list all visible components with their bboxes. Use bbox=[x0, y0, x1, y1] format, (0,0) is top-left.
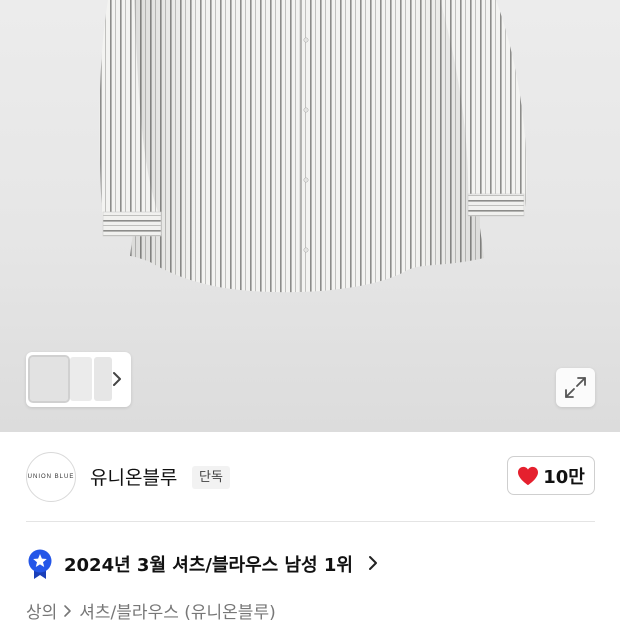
brand-row: UNION BLUE 유니온블루 단독 10만 bbox=[0, 432, 620, 522]
divider bbox=[26, 521, 595, 522]
exclusive-badge: 단독 bbox=[192, 466, 230, 489]
breadcrumb: 상의 셔츠/블라우스 (유니온블루) bbox=[26, 598, 276, 620]
ranking-medal-icon bbox=[28, 549, 52, 579]
chevron-right-icon[interactable] bbox=[109, 369, 125, 389]
thumbnail-strip[interactable] bbox=[26, 352, 131, 407]
brand-logo[interactable]: UNION BLUE bbox=[26, 452, 76, 502]
ranking-text: 2024년 3월 셔츠/블라우스 남성 1위 bbox=[64, 555, 353, 576]
like-count: 10만 bbox=[543, 466, 585, 488]
chevron-right-icon bbox=[369, 556, 377, 570]
brand-name[interactable]: 유니온블루 bbox=[90, 463, 177, 490]
thumbnail-image[interactable] bbox=[70, 357, 92, 401]
product-image-gallery[interactable] bbox=[0, 0, 620, 432]
expand-image-button[interactable] bbox=[556, 368, 595, 407]
heart-icon bbox=[518, 466, 539, 485]
thumbnail-image[interactable] bbox=[28, 355, 70, 403]
breadcrumb-item-category[interactable]: 상의 bbox=[26, 598, 57, 620]
like-button[interactable]: 10만 bbox=[507, 456, 595, 495]
chevron-right-icon bbox=[64, 604, 72, 617]
breadcrumb-item-subcategory[interactable]: 셔츠/블라우스 (유니온블루) bbox=[79, 598, 275, 620]
expand-icon bbox=[565, 377, 586, 398]
ranking-link[interactable]: 2024년 3월 셔츠/블라우스 남성 1위 bbox=[26, 546, 596, 580]
brand-logo-text: UNION BLUE bbox=[27, 474, 75, 480]
